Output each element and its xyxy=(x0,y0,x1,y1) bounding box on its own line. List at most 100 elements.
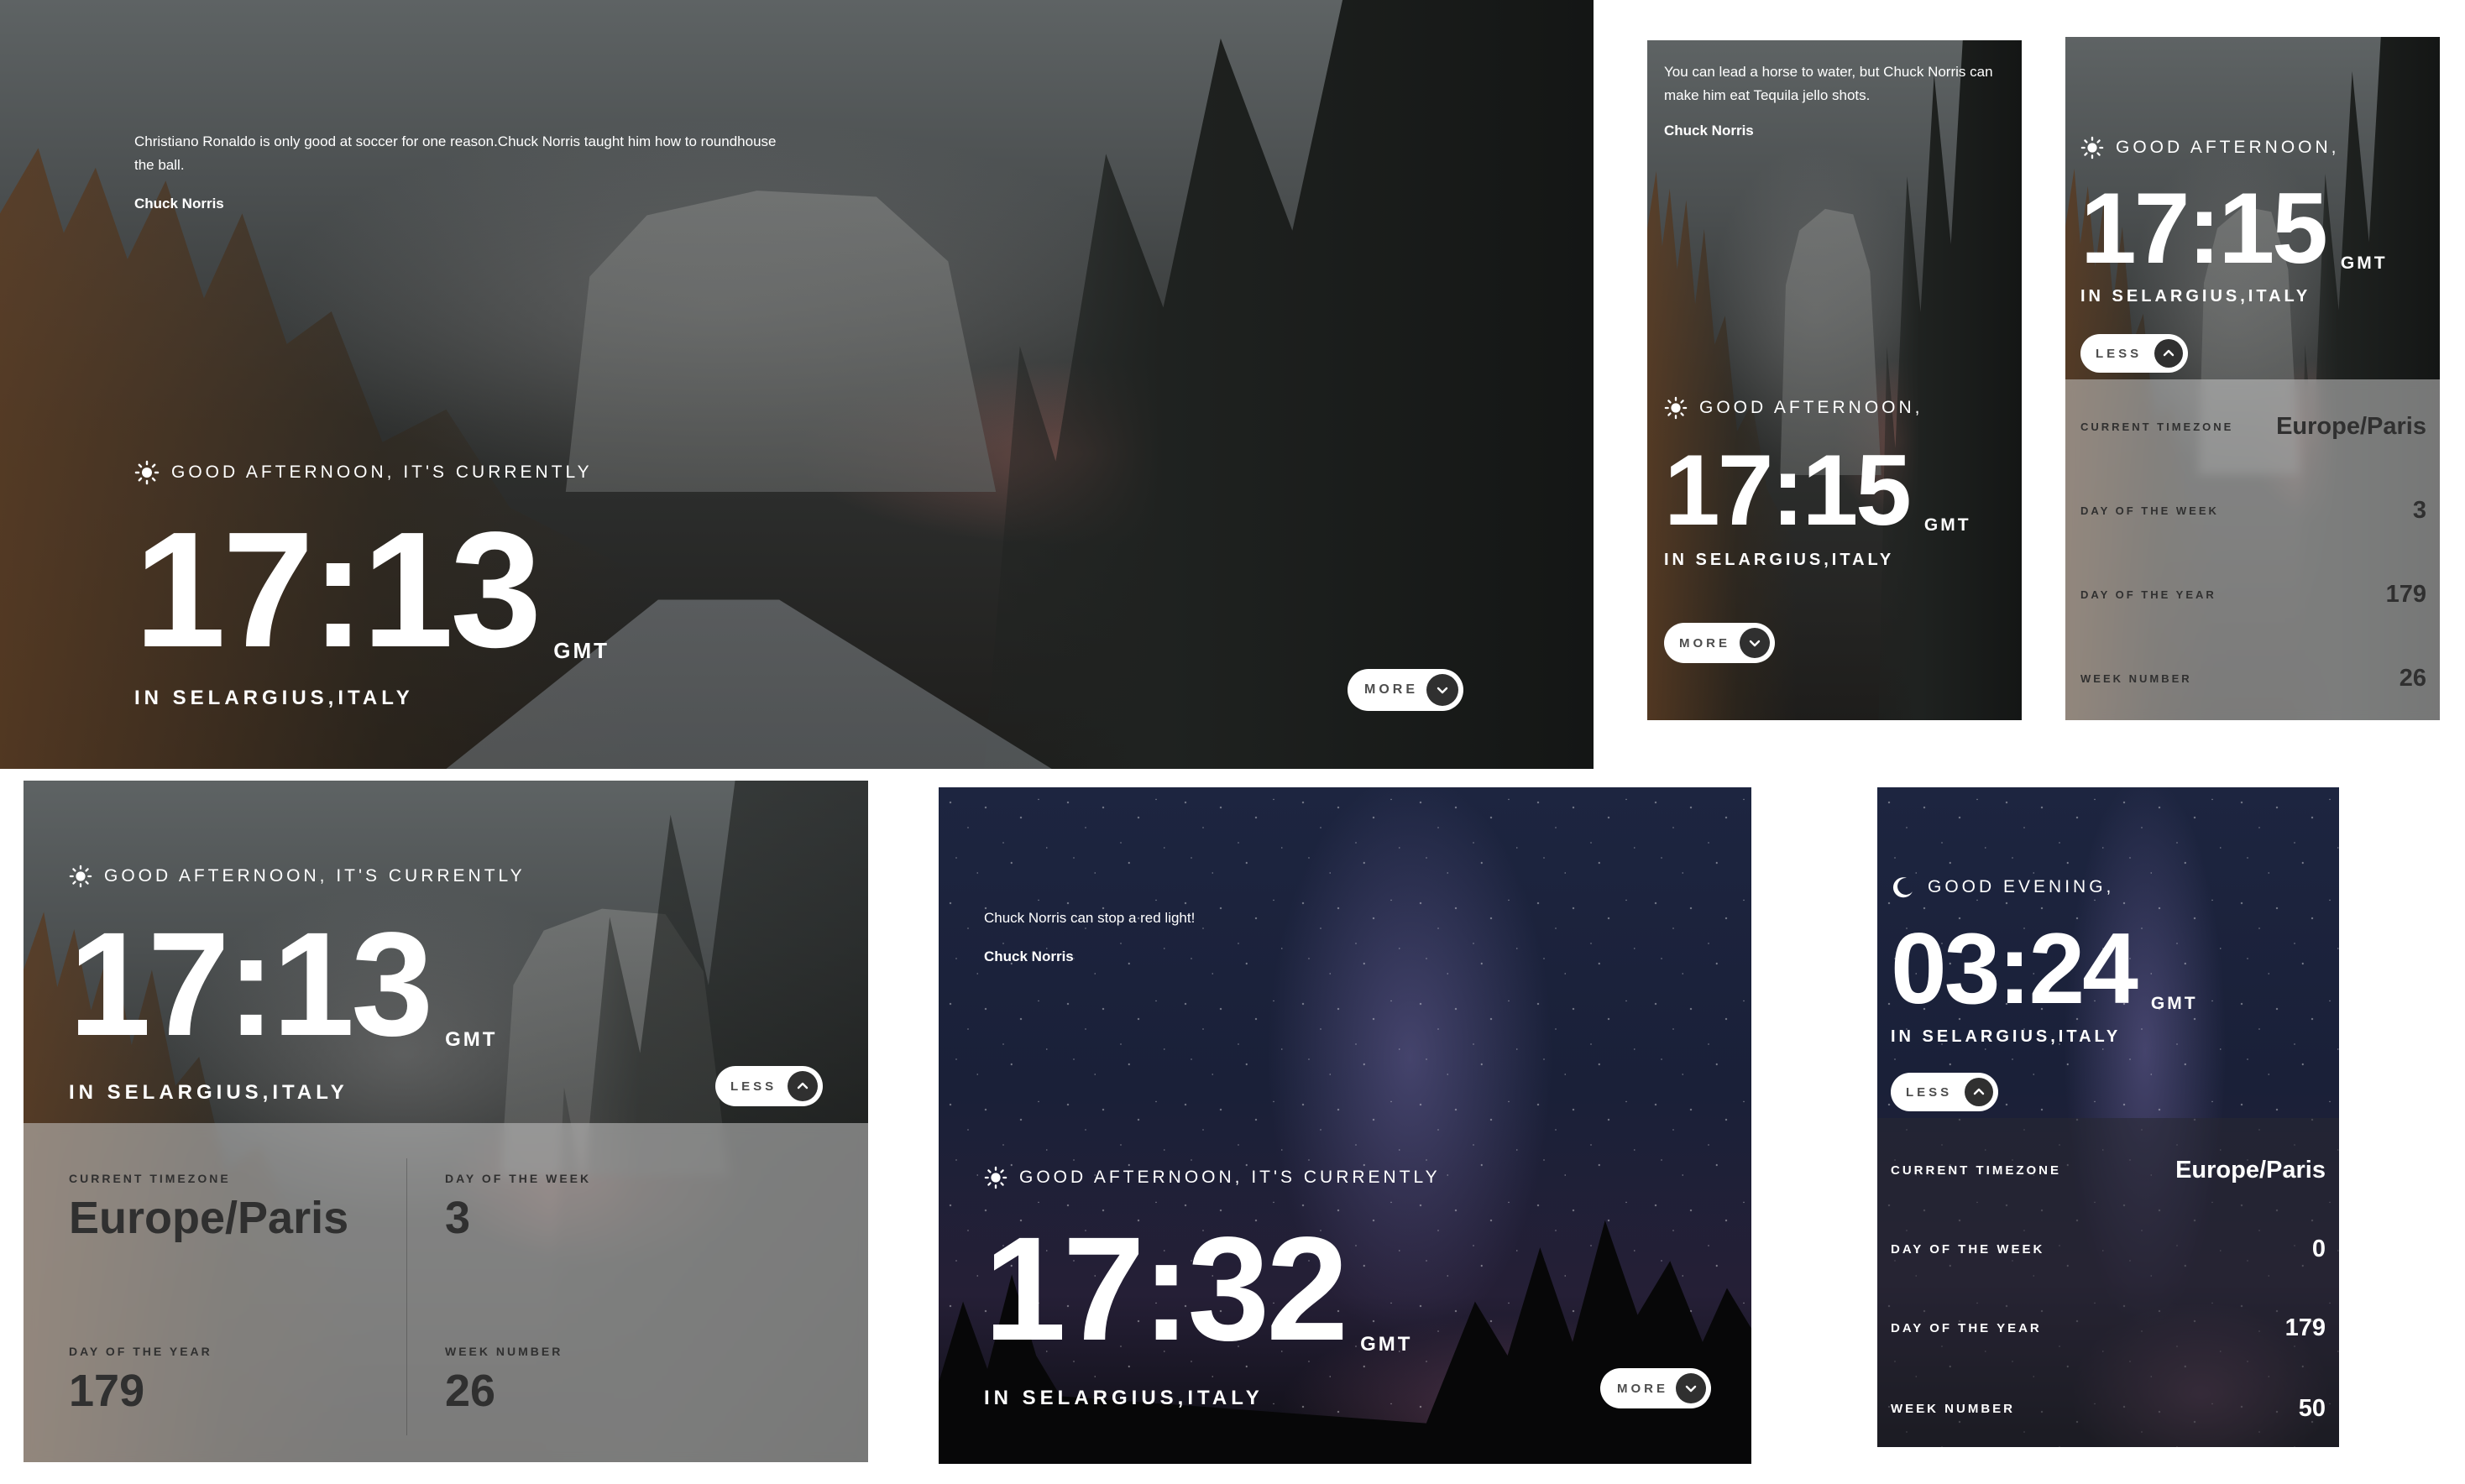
quote-block: Christiano Ronaldo is only good at socce… xyxy=(134,130,789,212)
timezone-abbr: GMT xyxy=(445,1028,498,1051)
detail-row: WEEK NUMBER 50 xyxy=(1877,1395,2339,1423)
time-display: 03:24 xyxy=(1891,912,2138,1025)
details-drawer: CURRENT TIMEZONE Europe/Paris DAY OF THE… xyxy=(24,1123,868,1462)
details-drawer: CURRENT TIMEZONE Europe/Paris DAY OF THE… xyxy=(2065,379,2440,720)
detail-cell: CURRENT TIMEZONE Europe/Paris xyxy=(69,1172,348,1244)
drawer-divider xyxy=(406,1158,407,1435)
panel-mobile-more: You can lead a horse to water, but Chuck… xyxy=(1647,40,2022,720)
location: IN SELARGIUS,ITALY xyxy=(69,1081,348,1104)
clock: 17:13 GMT xyxy=(69,911,497,1058)
panel-night-less: GOOD EVENING, 03:24 GMT IN SELARGIUS,ITA… xyxy=(1877,787,2339,1447)
greeting-text: GOOD AFTERNOON, xyxy=(1699,398,1923,417)
panel-mobile-less: GOOD AFTERNOON, 17:15 GMT IN SELARGIUS,I… xyxy=(2065,37,2440,720)
clock: 17:32 GMT xyxy=(984,1215,1412,1363)
greeting-text: GOOD AFTERNOON, xyxy=(2116,138,2340,157)
quote-author: Chuck Norris xyxy=(134,196,224,212)
more-button[interactable]: MORE xyxy=(1600,1368,1711,1408)
detail-value: 179 xyxy=(2385,581,2426,608)
sun-icon xyxy=(984,1166,1007,1189)
location: IN SELARGIUS,ITALY xyxy=(134,687,414,709)
detail-row: CURRENT TIMEZONE Europe/Paris xyxy=(2065,413,2440,441)
background-trees-right xyxy=(984,0,1594,769)
chevron-up-icon xyxy=(1965,1078,1993,1106)
detail-label: DAY OF THE WEEK xyxy=(445,1172,592,1185)
quote-block: Chuck Norris can stop a red light! Chuck… xyxy=(984,907,1572,965)
less-button[interactable]: LESS xyxy=(2080,334,2188,373)
timezone-abbr: GMT xyxy=(1360,1333,1413,1356)
detail-label: CURRENT TIMEZONE xyxy=(1891,1163,2061,1178)
greeting: GOOD AFTERNOON, IT'S CURRENTLY xyxy=(984,1166,1441,1189)
detail-label: DAY OF THE YEAR xyxy=(69,1345,212,1358)
detail-label: WEEK NUMBER xyxy=(2080,672,2192,685)
more-button[interactable]: MORE xyxy=(1348,669,1463,711)
greeting-text: GOOD AFTERNOON, IT'S CURRENTLY xyxy=(1019,1168,1441,1187)
detail-value: Europe/Paris xyxy=(2276,413,2426,440)
greeting: GOOD AFTERNOON, IT'S CURRENTLY xyxy=(134,460,593,485)
detail-value: Europe/Paris xyxy=(2175,1157,2326,1184)
time-display: 17:15 xyxy=(2080,172,2328,285)
greeting-text: GOOD AFTERNOON, IT'S CURRENTLY xyxy=(104,866,526,886)
greeting: GOOD EVENING, xyxy=(1891,875,2114,900)
detail-value: 50 xyxy=(2298,1395,2326,1422)
timezone-abbr: GMT xyxy=(553,638,610,663)
more-button-label: MORE xyxy=(1364,682,1418,697)
greeting-text: GOOD AFTERNOON, IT'S CURRENTLY xyxy=(171,462,593,482)
detail-value: 26 xyxy=(2399,665,2426,692)
chevron-down-icon xyxy=(1676,1373,1706,1403)
background-trees-right xyxy=(1878,40,2022,720)
quote-text: You can lead a horse to water, but Chuck… xyxy=(1664,64,1993,103)
timezone-abbr: GMT xyxy=(2340,253,2388,273)
details-drawer: CURRENT TIMEZONE Europe/Paris DAY OF THE… xyxy=(1877,1118,2339,1447)
less-button-label: LESS xyxy=(1906,1084,1953,1100)
detail-row: DAY OF THE YEAR 179 xyxy=(2065,581,2440,609)
detail-label: CURRENT TIMEZONE xyxy=(69,1172,231,1185)
detail-label: DAY OF THE YEAR xyxy=(2080,588,2216,601)
detail-value: Europe/Paris xyxy=(69,1193,349,1243)
detail-row: DAY OF THE WEEK 3 xyxy=(2065,497,2440,525)
sun-icon xyxy=(134,460,160,485)
clock: 17:13 GMT xyxy=(134,508,610,672)
detail-label: WEEK NUMBER xyxy=(445,1345,563,1358)
detail-value: 179 xyxy=(69,1366,145,1416)
quote-text: Chuck Norris can stop a red light! xyxy=(984,910,1196,926)
chevron-up-icon xyxy=(2154,339,2183,368)
sun-icon xyxy=(2080,136,2104,159)
location: IN SELARGIUS,ITALY xyxy=(1664,551,1895,569)
greeting: GOOD AFTERNOON, IT'S CURRENTLY xyxy=(69,865,526,888)
timezone-abbr: GMT xyxy=(1923,515,1971,535)
detail-label: CURRENT TIMEZONE xyxy=(2080,421,2234,433)
clock: 17:15 GMT xyxy=(1664,440,1971,541)
sun-icon xyxy=(1664,396,1688,420)
more-button[interactable]: MORE xyxy=(1664,623,1775,663)
detail-row: DAY OF THE WEEK 0 xyxy=(1877,1236,2339,1263)
detail-cell: WEEK NUMBER 26 xyxy=(445,1345,563,1417)
quote-block: You can lead a horse to water, but Chuck… xyxy=(1664,60,2008,139)
chevron-down-icon xyxy=(1426,674,1458,706)
quote-text: Christiano Ronaldo is only good at socce… xyxy=(134,133,777,173)
more-button-label: MORE xyxy=(1679,635,1730,651)
more-button-label: MORE xyxy=(1617,1381,1668,1396)
detail-cell: DAY OF THE WEEK 3 xyxy=(445,1172,591,1244)
chevron-up-icon xyxy=(788,1071,818,1101)
detail-value: 26 xyxy=(445,1366,496,1416)
greeting: GOOD AFTERNOON, xyxy=(1664,396,1923,420)
detail-row: DAY OF THE YEAR 179 xyxy=(1877,1314,2339,1342)
location: IN SELARGIUS,ITALY xyxy=(2080,287,2311,306)
moon-icon xyxy=(1891,875,1916,900)
detail-value: 179 xyxy=(2284,1314,2326,1341)
greeting-text: GOOD EVENING, xyxy=(1928,877,2115,896)
clock: 17:15 GMT xyxy=(2080,178,2388,279)
greeting: GOOD AFTERNOON, xyxy=(2080,136,2340,159)
less-button-label: LESS xyxy=(2096,346,2143,361)
less-button[interactable]: LESS xyxy=(1891,1073,1998,1111)
chevron-down-icon xyxy=(1740,628,1770,658)
detail-value: 3 xyxy=(2412,497,2426,524)
quote-author: Chuck Norris xyxy=(984,948,1074,964)
location: IN SELARGIUS,ITALY xyxy=(1891,1027,2122,1046)
sun-icon xyxy=(69,865,92,888)
less-button[interactable]: LESS xyxy=(715,1066,823,1106)
detail-value: 3 xyxy=(445,1193,471,1243)
time-display: 17:13 xyxy=(134,498,542,682)
detail-label: DAY OF THE WEEK xyxy=(2080,504,2219,517)
time-display: 17:32 xyxy=(984,1207,1348,1372)
